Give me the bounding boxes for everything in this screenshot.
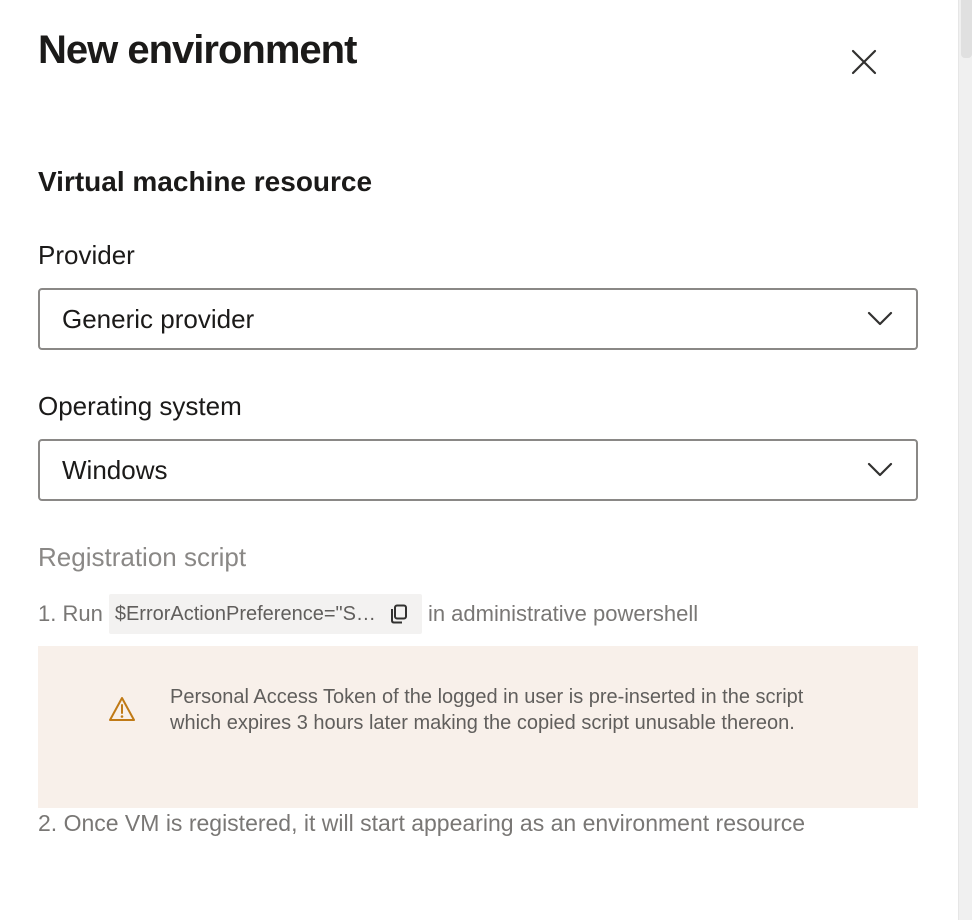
scrollbar-track[interactable] [958, 0, 972, 920]
warning-text: Personal Access Token of the logged in u… [170, 686, 804, 734]
script-code-chip[interactable]: $ErrorActionPreference="S… [108, 594, 422, 634]
step-1-suffix: in administrative powershell [427, 601, 699, 626]
copy-icon [390, 604, 407, 624]
close-button[interactable] [846, 44, 882, 80]
registration-heading: Registration script [38, 542, 247, 572]
provider-value: Generic provider [62, 303, 255, 334]
warning-banner: Personal Access Token of the logged in u… [38, 646, 918, 808]
step-1-prefix: 1. Run [38, 601, 103, 626]
section-title: Virtual machine resource [38, 166, 373, 197]
step-2: 2. Once VM is registered, it will start … [38, 809, 806, 836]
provider-label: Provider [38, 240, 135, 270]
os-dropdown[interactable]: Windows [38, 439, 918, 501]
close-icon [851, 49, 877, 75]
os-label: Operating system [38, 391, 242, 421]
chevron-down-icon [866, 456, 894, 484]
scrollbar-thumb[interactable] [961, 0, 972, 58]
warning-icon [108, 696, 136, 722]
chevron-down-icon [866, 305, 894, 333]
copy-button[interactable] [386, 601, 412, 627]
provider-dropdown[interactable]: Generic provider [38, 288, 918, 350]
script-code: $ErrorActionPreference="S… [114, 602, 376, 625]
step-1: 1. Run $ErrorActionPreference="S… in adm… [38, 594, 698, 634]
os-value: Windows [62, 454, 168, 485]
panel-title: New environment [38, 28, 357, 72]
